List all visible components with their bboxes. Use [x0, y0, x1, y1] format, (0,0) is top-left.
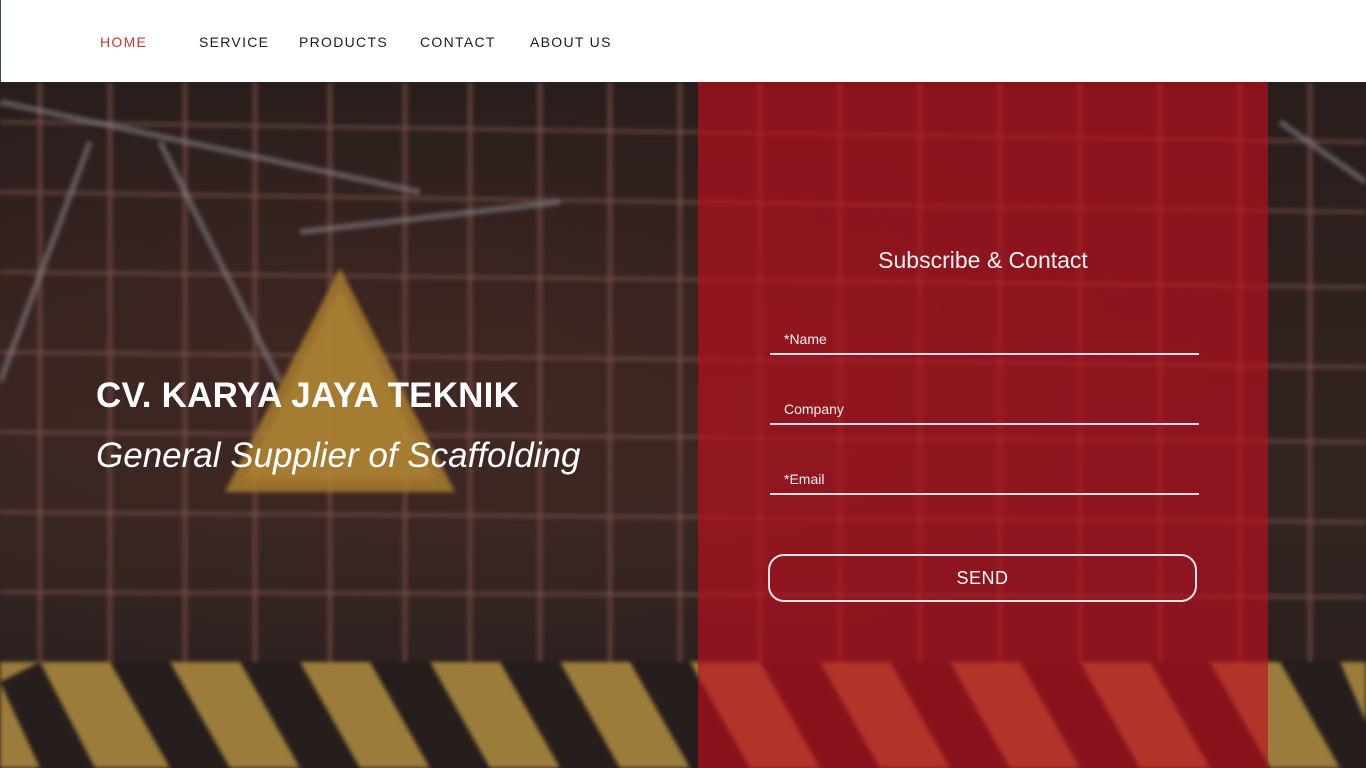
name-field — [770, 325, 1199, 355]
company-field — [770, 395, 1199, 425]
email-input[interactable] — [770, 465, 1199, 493]
name-input[interactable] — [770, 325, 1199, 353]
nav-about-link[interactable]: ABOUT US — [530, 34, 612, 50]
nav-contact-link[interactable]: CONTACT — [420, 34, 496, 50]
hero-section: CV. KARYA JAYA TEKNIK General Supplier o… — [0, 82, 1366, 768]
company-name-heading: CV. KARYA JAYA TEKNIK — [96, 376, 520, 415]
send-button[interactable]: SEND — [768, 554, 1197, 602]
company-tagline: General Supplier of Scaffolding — [96, 436, 581, 475]
contact-panel-title: Subscribe & Contact — [878, 247, 1088, 273]
email-field — [770, 465, 1199, 495]
subscribe-contact-panel: Subscribe & Contact SEND — [698, 82, 1268, 768]
company-input[interactable] — [770, 395, 1199, 423]
top-navbar: HOME SERVICE PRODUCTS CONTACT ABOUT US — [0, 0, 1366, 82]
nav-service-link[interactable]: SERVICE — [199, 34, 269, 50]
nav-products-link[interactable]: PRODUCTS — [299, 34, 388, 50]
nav-home-link[interactable]: HOME — [100, 34, 147, 50]
